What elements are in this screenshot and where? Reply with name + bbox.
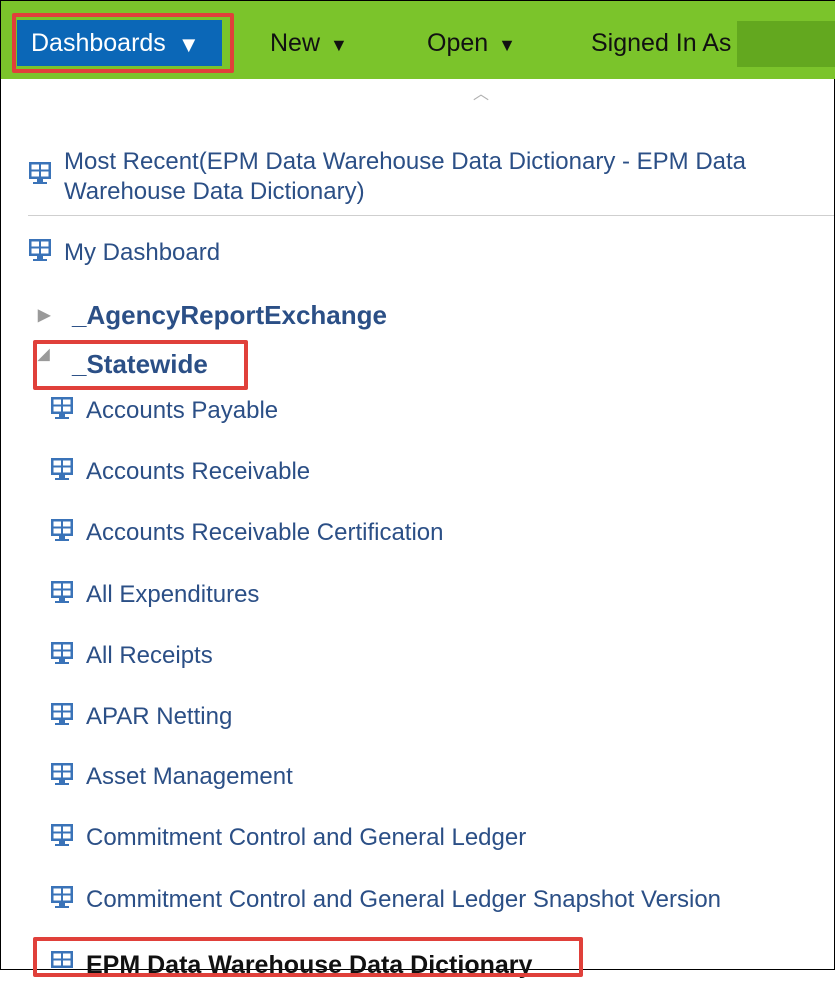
signed-in-as-menu[interactable]: Signed In As [591,20,731,66]
caret-down-icon: ▼ [330,34,348,55]
dashboard-icon [50,457,74,488]
dashboard-item[interactable]: Commitment Control and General Ledger [50,818,526,858]
dashboard-item-label: All Receipts [86,642,213,669]
dashboard-item-label: Asset Management [86,763,293,790]
dashboard-item-label: Commitment Control and General Ledger Sn… [86,886,722,913]
dashboard-item[interactable]: All Expenditures [50,575,259,615]
dashboard-item[interactable]: Accounts Receivable Certification [50,513,444,553]
dashboard-item-epm-data-dictionary[interactable]: EPM Data Warehouse Data Dictionary [50,945,532,985]
folder-agency-report-exchange[interactable]: ▶ _AgencyReportExchange [38,297,387,333]
dashboard-item[interactable]: Accounts Payable [50,391,278,431]
dashboard-item-label: APAR Netting [86,703,233,730]
dashboard-icon [50,641,74,672]
folder-statewide[interactable]: ◢ _Statewide [38,346,208,382]
dashboard-item-label: Accounts Receivable [86,458,311,485]
most-recent-dashboard[interactable]: Most Recent(EPM Data Warehouse Data Dict… [28,147,824,211]
menubar-user-area[interactable] [737,21,835,67]
open-menu-label: Open [427,28,489,57]
dashboard-icon [28,161,52,192]
my-dashboard-item[interactable]: My Dashboard [28,233,220,273]
new-menu-label: New [270,28,321,57]
my-dashboard-label: My Dashboard [64,239,221,266]
dashboards-menu-label: Dashboards [31,28,166,57]
dashboard-icon [50,885,74,916]
folder-label: _Statewide [72,348,208,379]
dashboard-item-label: Commitment Control and General Ledger [86,824,527,851]
dashboard-icon [50,702,74,733]
dashboards-menu-button[interactable]: Dashboards ▼ [17,20,222,66]
triangle-down-icon[interactable]: ◢ [38,345,72,363]
dashboard-icon [50,823,74,854]
dashboard-item[interactable]: Accounts Receivable [50,452,310,492]
caret-down-icon: ▼ [498,34,516,55]
dashboard-item[interactable]: All Receipts [50,636,213,676]
dashboard-item-label: All Expenditures [86,581,260,608]
open-menu-button[interactable]: Open ▼ [427,20,516,66]
dashboard-icon [50,580,74,611]
dashboard-item[interactable]: Asset Management [50,757,293,797]
dashboard-item-label: EPM Data Warehouse Data Dictionary [86,950,533,979]
triangle-right-icon[interactable]: ▶ [38,305,72,325]
chevron-up-icon[interactable]: ︿ [470,80,492,103]
dashboard-icon [50,518,74,549]
menu-divider [28,215,834,216]
folder-label: _AgencyReportExchange [72,299,387,330]
new-menu-button[interactable]: New ▼ [270,20,348,66]
caret-down-icon: ▼ [177,32,200,57]
signed-in-as-label: Signed In As [591,28,732,57]
dashboard-item-label: Accounts Receivable Certification [86,519,444,546]
dashboard-item[interactable]: Commitment Control and General Ledger Sn… [50,880,721,920]
dashboard-item[interactable]: APAR Netting [50,697,232,737]
dashboard-icon [28,238,52,269]
most-recent-label: Most Recent(EPM Data Warehouse Data Dict… [64,148,747,205]
dashboard-icon [50,762,74,793]
dashboard-icon [50,396,74,427]
dashboard-item-label: Accounts Payable [86,397,279,424]
dashboard-icon [50,950,74,981]
